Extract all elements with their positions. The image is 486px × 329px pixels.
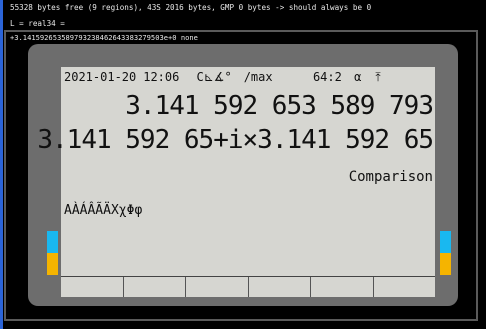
softkey-4[interactable] (249, 277, 311, 297)
status-alpha: α (354, 70, 362, 84)
frame-right (476, 30, 478, 321)
right-indicator-blue (440, 231, 451, 253)
status-date: 2021-01-20 (64, 70, 137, 84)
frame-top (4, 30, 478, 32)
display-line-1: 3.141 592 653 589 793 (125, 91, 434, 121)
status-complex-mode: C⊾∡° (196, 70, 232, 84)
window-left-edge (0, 0, 3, 329)
softkey-2[interactable] (124, 277, 186, 297)
softkey-3[interactable] (186, 277, 249, 297)
calculator-lcd: 2021-01-20 12:06 C⊾∡° /max 64:2 α ⤒ 3.14… (37, 67, 436, 297)
display-line-2: 3.141 592 65+i×3.141 592 65 (37, 125, 434, 155)
console-register-value: +3.141592653589793238462643383279503e+0 … (10, 33, 198, 42)
frame-left (4, 30, 6, 321)
softkey-row (61, 277, 435, 297)
status-time: 12:06 (143, 70, 180, 84)
status-max: /max (243, 70, 273, 84)
softkey-6[interactable] (374, 277, 436, 297)
console-memory-line: 55328 bytes free (9 regions), 43S 2016 b… (10, 3, 372, 12)
character-sample: AÀÁÂÃÄXχΦφ (64, 203, 143, 218)
comparison-label: Comparison (348, 169, 433, 185)
status-arrow-icon: ⤒ (375, 70, 381, 84)
right-indicator-yellow (440, 253, 451, 275)
status-bar: 2021-01-20 12:06 C⊾∡° /max 64:2 α ⤒ (64, 70, 436, 85)
softkey-1[interactable] (61, 277, 124, 297)
console-register-label: L = real34 = (10, 19, 65, 28)
status-format: 64:2 (312, 70, 342, 84)
left-indicator-blue (47, 231, 58, 253)
softkey-5[interactable] (311, 277, 374, 297)
frame-bottom (4, 319, 478, 321)
left-indicator-yellow (47, 253, 58, 275)
